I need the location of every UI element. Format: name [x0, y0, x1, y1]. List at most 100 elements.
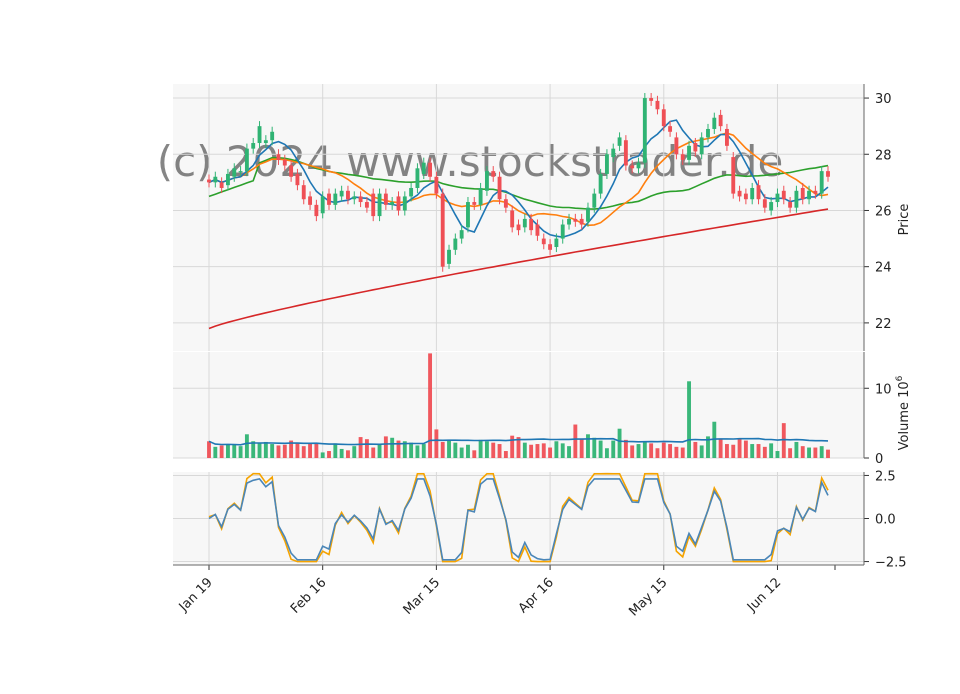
candle-body — [592, 193, 597, 208]
candle-body — [567, 218, 571, 225]
oscillator-tick-label: −2.5 — [875, 556, 907, 571]
candle-body — [573, 218, 578, 222]
candle-body — [352, 196, 357, 200]
candle-body — [743, 193, 748, 200]
volume-bar — [409, 442, 414, 458]
candle-body — [503, 199, 508, 208]
candle-body — [472, 202, 477, 205]
candle-body — [276, 154, 281, 160]
volume-bar — [522, 442, 527, 458]
candle-body — [800, 187, 805, 200]
volume-tick-label: 10 — [875, 382, 892, 397]
volume-bar — [567, 446, 571, 458]
volume-bar — [611, 440, 616, 458]
volume-bar — [649, 443, 654, 458]
candle-body — [560, 224, 565, 239]
volume-bar — [371, 447, 376, 458]
candle-body — [794, 190, 799, 208]
candle-body — [579, 218, 584, 225]
volume-bar — [219, 445, 224, 458]
candle-body — [769, 202, 774, 211]
volume-bar — [377, 444, 382, 458]
volume-bar — [434, 429, 439, 458]
candle-body — [604, 154, 609, 174]
candle-body — [295, 173, 300, 186]
candle-body — [712, 117, 717, 129]
candle-body — [706, 128, 710, 138]
candle-body — [541, 238, 546, 245]
volume-bar — [630, 445, 635, 458]
volume-bar — [775, 451, 780, 458]
candle-body — [699, 137, 704, 155]
volume-bar — [421, 444, 426, 458]
volume-bar — [826, 449, 830, 458]
volume-bar — [282, 444, 287, 458]
candle-body — [219, 182, 224, 188]
candle-body — [207, 179, 211, 183]
volume-bar — [693, 441, 698, 458]
volume-bar — [244, 434, 249, 458]
volume-bar — [788, 448, 793, 458]
volume-bar — [390, 437, 395, 458]
candle-body — [718, 114, 723, 127]
candle-body — [289, 165, 294, 177]
volume-bar — [560, 443, 565, 458]
volume-bar — [573, 424, 578, 458]
volume-bar — [301, 446, 306, 458]
candle-body — [301, 185, 306, 200]
candle-body — [320, 196, 325, 214]
candle-body — [383, 193, 388, 205]
price-axis-label: Price — [897, 204, 912, 236]
volume-bar — [674, 446, 679, 458]
volume-bar — [813, 447, 818, 458]
candle-body — [232, 168, 237, 177]
candle-body — [674, 137, 679, 155]
volume-bar — [491, 442, 496, 458]
volume-bar — [699, 445, 704, 458]
volume-bar — [440, 441, 445, 458]
volume-bar — [472, 450, 477, 458]
x-tick-label: May 15 — [626, 575, 670, 619]
volume-bar — [535, 444, 540, 458]
candle-body — [807, 190, 811, 200]
volume-bar — [781, 423, 786, 458]
stock-chart: (c) 2024 www.stockstrader.de Jan 19 Feb 16… — [0, 0, 960, 690]
volume-bar — [270, 444, 275, 458]
volume-bar — [819, 446, 824, 458]
candle-body — [535, 224, 540, 236]
candle-body — [358, 196, 363, 203]
chart-svg: (c) 2024 www.stockstrader.deJan 19 Feb 16… — [157, 84, 912, 619]
candle-body — [655, 100, 660, 110]
candle-body — [548, 244, 553, 250]
volume-bar — [466, 444, 470, 458]
volume-bar — [459, 447, 464, 458]
volume-axis-exponent: 6 — [895, 375, 905, 381]
volume-bar — [358, 437, 363, 458]
candle-body — [516, 224, 521, 231]
candle-body — [327, 193, 331, 205]
volume-bar — [756, 444, 761, 458]
volume-bar — [276, 445, 281, 458]
candle-body — [270, 131, 275, 141]
candle-body — [737, 190, 742, 197]
volume-bar — [687, 381, 691, 458]
candle-body — [813, 190, 818, 194]
candle-body — [725, 128, 729, 146]
candle-body — [826, 171, 830, 177]
candle-body — [478, 187, 483, 205]
volume-bar — [383, 436, 388, 458]
volume-bar — [731, 444, 736, 458]
candle-body — [586, 207, 590, 222]
candle-body — [750, 187, 755, 200]
candle-body — [453, 238, 458, 250]
volume-bar — [794, 441, 799, 458]
x-tick-label: Jan 19 — [176, 575, 216, 615]
volume-bar — [680, 447, 685, 458]
price-tick-label: 30 — [875, 92, 892, 107]
candle-body — [491, 171, 496, 177]
volume-bar — [598, 440, 603, 458]
volume-bar — [541, 443, 546, 458]
candle-body — [377, 193, 382, 217]
volume-bar — [213, 446, 218, 458]
candle-body — [762, 199, 767, 208]
